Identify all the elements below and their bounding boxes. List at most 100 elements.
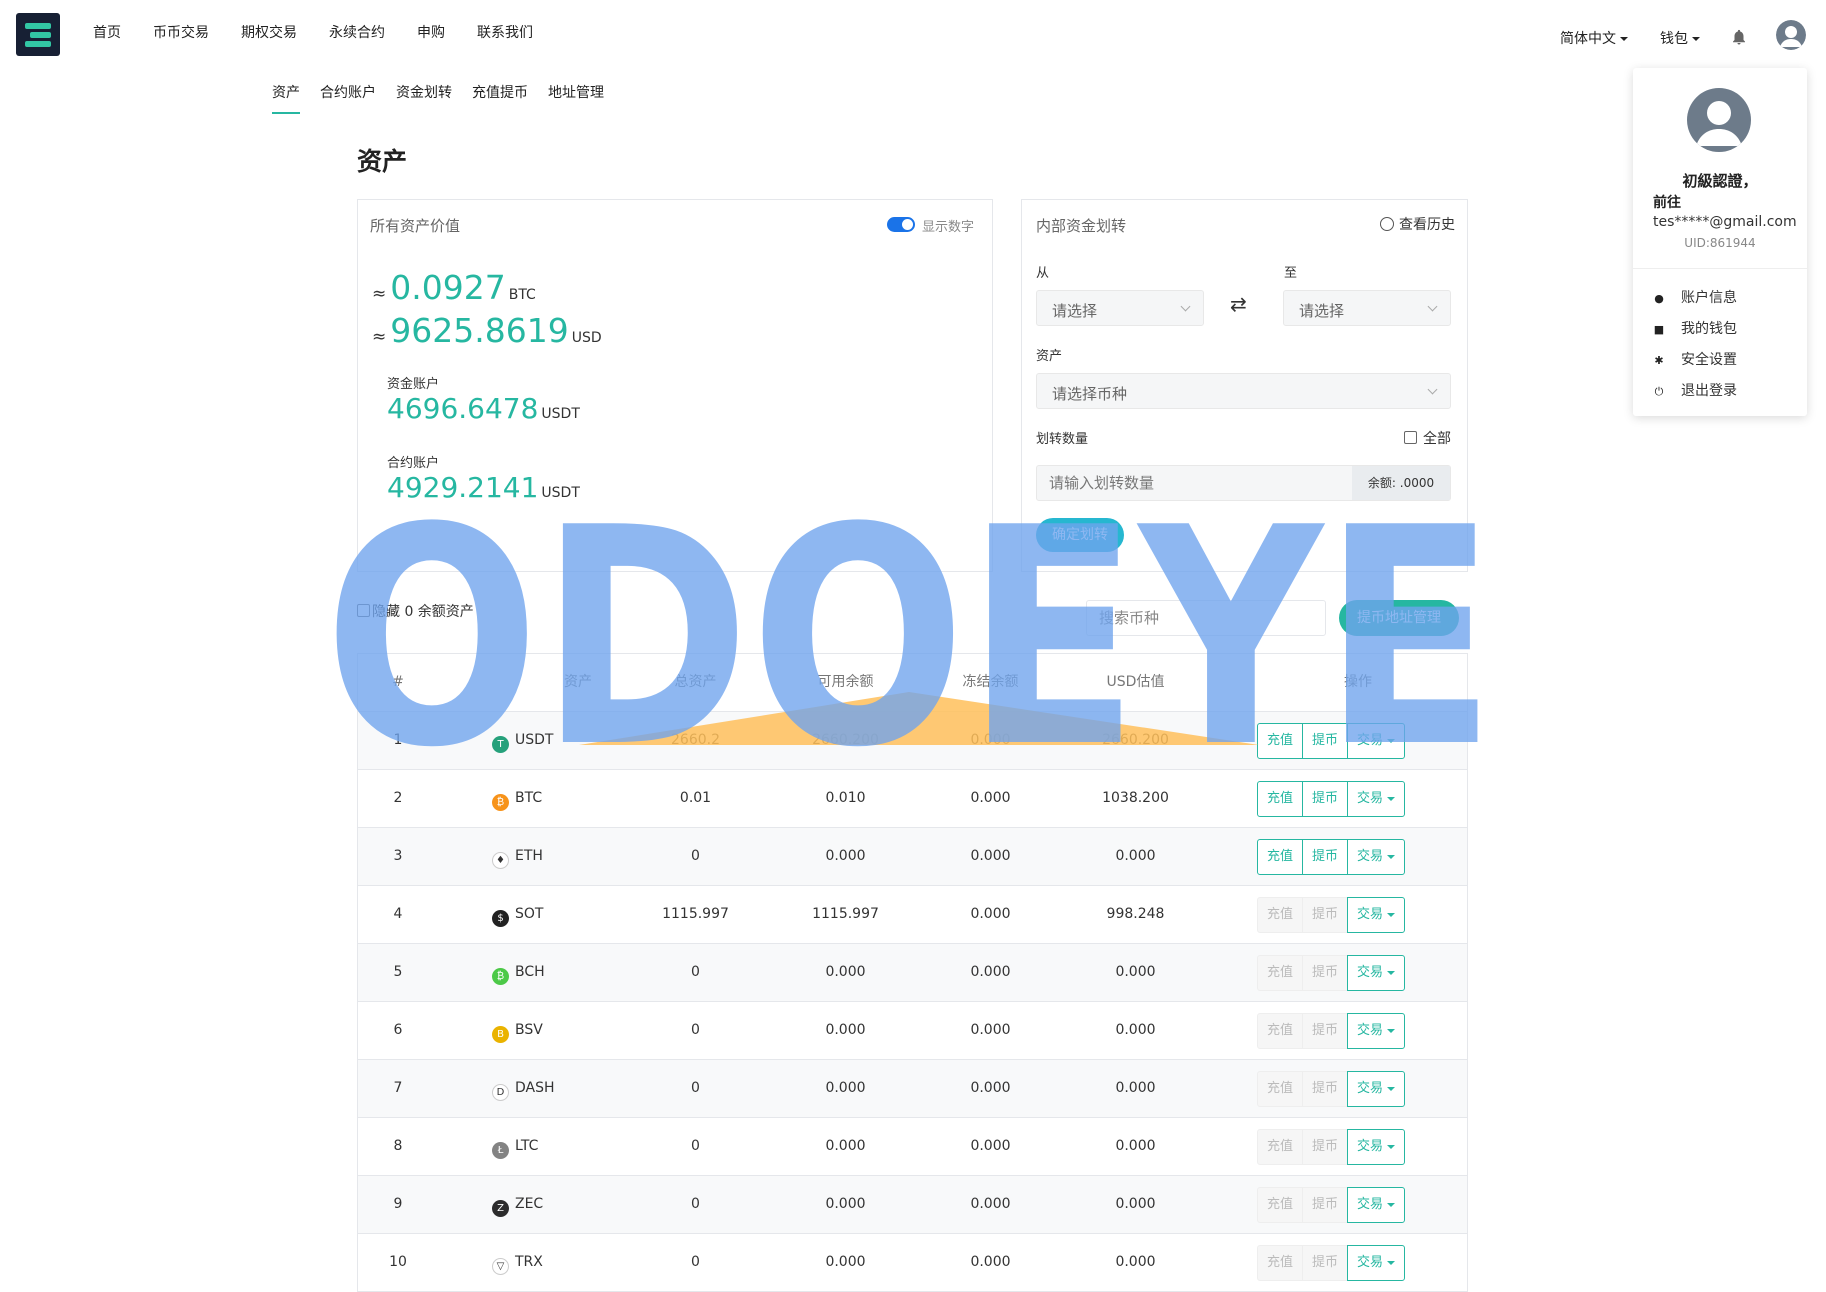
withdraw-button[interactable]: 提币 (1302, 781, 1349, 817)
withdraw-button[interactable]: 提币 (1302, 1071, 1349, 1107)
trade-dropdown-button[interactable]: 交易 (1347, 955, 1406, 991)
nav-contact[interactable]: 联系我们 (477, 22, 533, 42)
deposit-button[interactable]: 充值 (1257, 723, 1304, 759)
row-index: 2 (393, 790, 403, 806)
amount-input[interactable] (1037, 466, 1361, 500)
withdraw-button[interactable]: 提币 (1302, 955, 1349, 991)
user-avatar[interactable] (1776, 20, 1806, 50)
menu-logout[interactable]: ⏻ 退出登录 (1653, 380, 1737, 400)
brand-logo[interactable] (16, 13, 60, 56)
row-asset: ♦ ETH (458, 828, 598, 885)
confirm-transfer-button[interactable]: 确定划转 (1036, 518, 1124, 552)
coin-search (1086, 600, 1326, 636)
deposit-button[interactable]: 充值 (1257, 781, 1304, 817)
trade-dropdown-button[interactable]: 交易 (1347, 897, 1406, 933)
table-row: 1 T USDT 2660.2 2660.200 0.000 2660.200 充值 提币 交易 (358, 712, 1467, 770)
header-usd: USD估值 (1106, 674, 1165, 690)
trade-dropdown-button[interactable]: 交易 (1347, 723, 1406, 759)
bell-icon[interactable] (1730, 28, 1748, 46)
trade-dropdown-button[interactable]: 交易 (1347, 1071, 1406, 1107)
show-numbers-toggle[interactable] (887, 217, 915, 232)
deposit-button[interactable]: 充值 (1257, 897, 1304, 933)
tab-deposit-withdraw[interactable]: 充值提币 (472, 82, 528, 114)
trade-dropdown-button[interactable]: 交易 (1347, 1013, 1406, 1049)
withdraw-button[interactable]: 提币 (1302, 839, 1349, 875)
trade-dropdown-button[interactable]: 交易 (1347, 839, 1406, 875)
contract-account-value-line: 4929.2141 USDT (387, 471, 580, 504)
row-actions: 充值 提币 交易 (1257, 1187, 1406, 1223)
to-account-select[interactable]: 请选择 (1283, 290, 1451, 326)
withdraw-button[interactable]: 提币 (1302, 1245, 1349, 1281)
row-asset: Ł LTC (458, 1118, 598, 1175)
language-dropdown[interactable]: 简体中文 (1560, 28, 1628, 48)
tab-assets[interactable]: 资产 (272, 82, 300, 114)
chevron-down-icon (1387, 912, 1396, 917)
nav-options[interactable]: 期权交易 (241, 22, 297, 42)
menu-divider (1633, 268, 1807, 269)
coin-bch-icon: ₿ (492, 968, 509, 985)
tab-contract-account[interactable]: 合约账户 (320, 82, 376, 114)
row-actions: 充值 提币 交易 (1257, 723, 1406, 759)
coin-symbol: SOT (515, 906, 544, 922)
fund-account-value-line: 4696.6478 USDT (387, 392, 580, 425)
withdraw-button[interactable]: 提币 (1302, 1129, 1349, 1165)
coin-zec-icon: Z (492, 1200, 509, 1217)
internal-transfer-card: 内部资金划转 查看历史 从 至 请选择 ⇄ 请选择 资产 请选择币种 划转数量 … (1021, 199, 1468, 572)
goto-link[interactable]: 前往 (1653, 192, 1681, 212)
person-icon: ● (1654, 292, 1664, 305)
coin-symbol: BSV (515, 1022, 543, 1038)
trade-label: 交易 (1357, 1255, 1384, 1270)
menu-label: 我的钱包 (1681, 321, 1737, 337)
nav-spot-trading[interactable]: 币币交易 (153, 22, 209, 42)
tab-fund-transfer[interactable]: 资金划转 (396, 82, 452, 114)
asset-select[interactable]: 请选择币种 (1036, 373, 1451, 409)
to-label: 至 (1284, 266, 1298, 281)
trade-dropdown-button[interactable]: 交易 (1347, 1245, 1406, 1281)
view-history-link[interactable]: 查看历史 (1380, 214, 1455, 234)
swap-direction-icon[interactable]: ⇄ (1230, 292, 1247, 316)
withdraw-address-button[interactable]: 提币地址管理 (1339, 600, 1459, 636)
wallet-label: 钱包 (1660, 31, 1688, 47)
coin-search-input[interactable] (1087, 601, 1321, 635)
trade-dropdown-button[interactable]: 交易 (1347, 1129, 1406, 1165)
trade-dropdown-button[interactable]: 交易 (1347, 781, 1406, 817)
coin-eth-icon: ♦ (492, 852, 509, 869)
btc-value: 0.0927 (390, 268, 506, 307)
deposit-button[interactable]: 充值 (1257, 1071, 1304, 1107)
chevron-down-icon (1692, 37, 1700, 41)
nav-home[interactable]: 首页 (93, 22, 121, 42)
withdraw-button[interactable]: 提币 (1302, 1013, 1349, 1049)
deposit-button[interactable]: 充值 (1257, 1187, 1304, 1223)
withdraw-button[interactable]: 提币 (1302, 897, 1349, 933)
deposit-button[interactable]: 充值 (1257, 1245, 1304, 1281)
deposit-button[interactable]: 充值 (1257, 1129, 1304, 1165)
transfer-all-checkbox[interactable]: 全部 (1404, 428, 1451, 448)
table-row: 8 Ł LTC 0 0.000 0.000 0.000 充值 提币 交易 (358, 1118, 1467, 1176)
nav-perpetual[interactable]: 永续合约 (329, 22, 385, 42)
withdraw-button[interactable]: 提币 (1302, 1187, 1349, 1223)
trade-dropdown-button[interactable]: 交易 (1347, 1187, 1406, 1223)
row-usd: 0.000 (1115, 1254, 1156, 1270)
menu-label: 账户信息 (1681, 290, 1737, 306)
menu-account-info[interactable]: ● 账户信息 (1653, 287, 1737, 307)
coin-ltc-icon: Ł (492, 1142, 509, 1159)
deposit-button[interactable]: 充值 (1257, 955, 1304, 991)
tab-address-management[interactable]: 地址管理 (548, 82, 604, 114)
page-title: 资产 (357, 147, 408, 176)
chevron-down-icon (1387, 1028, 1396, 1033)
coin-bsv-icon: B (492, 1026, 509, 1043)
deposit-button[interactable]: 充值 (1257, 1013, 1304, 1049)
menu-label: 退出登录 (1681, 383, 1737, 399)
deposit-button[interactable]: 充值 (1257, 839, 1304, 875)
table-row: 7 D DASH 0 0.000 0.000 0.000 充值 提币 交易 (358, 1060, 1467, 1118)
checkbox-icon (357, 604, 370, 617)
menu-security-settings[interactable]: ✱ 安全设置 (1653, 349, 1737, 369)
nav-subscribe[interactable]: 申购 (417, 22, 445, 42)
from-account-select[interactable]: 请选择 (1036, 290, 1204, 326)
hide-zero-balance-checkbox[interactable]: 隐藏 0 余额资产 (357, 601, 474, 621)
row-usd: 1038.200 (1102, 790, 1169, 806)
chevron-down-icon (1180, 301, 1191, 312)
wallet-dropdown[interactable]: 钱包 (1660, 28, 1700, 48)
menu-my-wallet[interactable]: ■ 我的钱包 (1653, 318, 1737, 338)
withdraw-button[interactable]: 提币 (1302, 723, 1349, 759)
